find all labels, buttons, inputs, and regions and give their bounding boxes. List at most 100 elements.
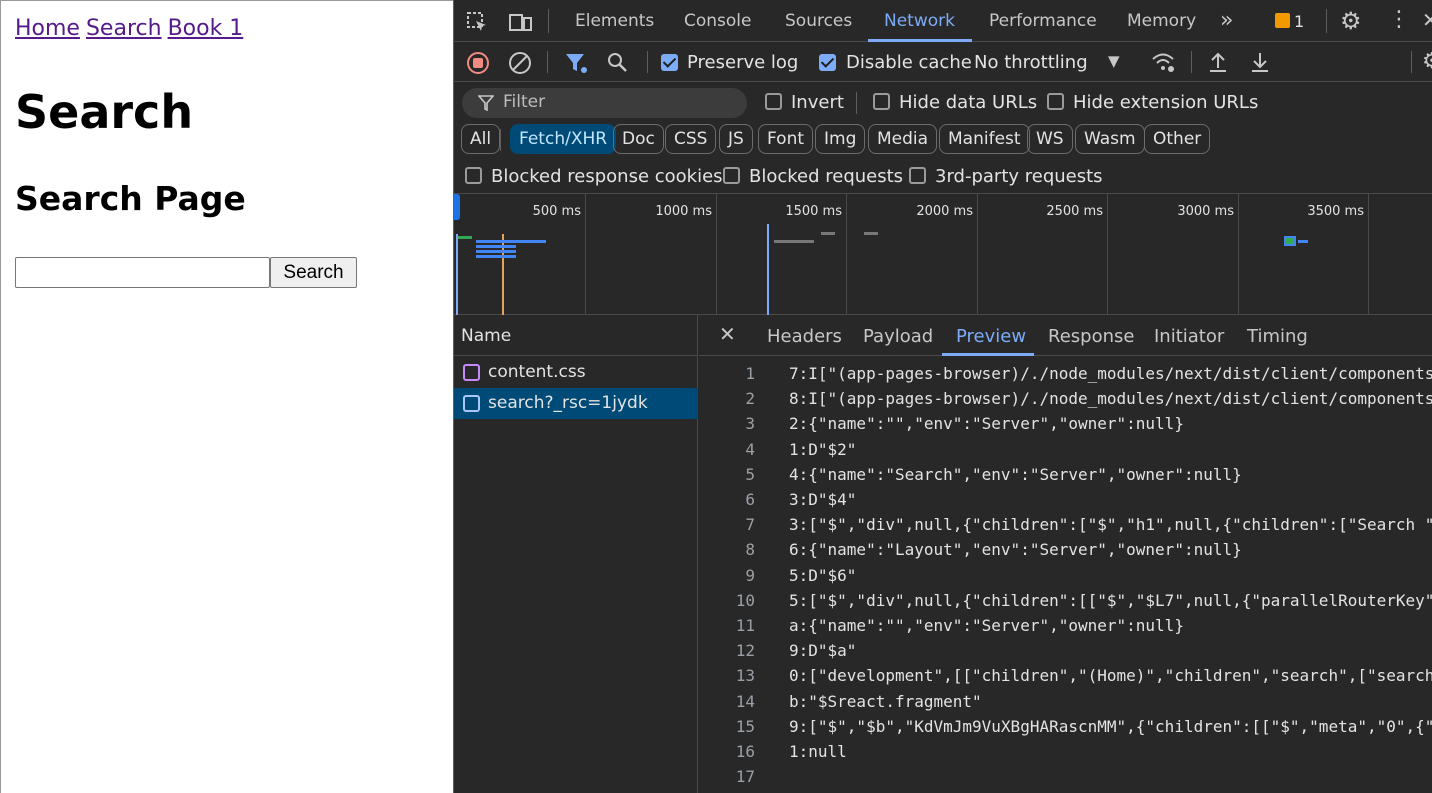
type-divider [500,129,501,151]
type-filter-fetch-xhr[interactable]: Fetch/XHR [510,124,617,154]
filter-funnel-icon[interactable] [564,52,588,74]
issues-count[interactable]: 1 [1294,12,1304,31]
code-line: 1:null [789,742,847,761]
tab-performance[interactable]: Performance [989,11,1097,31]
toolbar-divider [1411,51,1412,73]
import-har-icon[interactable] [1206,50,1230,74]
blocked-options-row: Blocked response cookies Blocked request… [454,160,1432,194]
disable-cache-checkbox[interactable] [819,54,836,71]
timeline-label: 500 ms [532,204,581,219]
timeline-gridline [716,194,717,315]
line-number: 16 [735,742,755,761]
tab-memory[interactable]: Memory [1127,11,1196,31]
tab-sources[interactable]: Sources [785,11,852,31]
request-list: Name content.css search?_rsc=1jydk [454,315,698,793]
type-filter-doc[interactable]: Doc [613,124,664,154]
timeline-label: 3500 ms [1307,204,1364,219]
code-line: 4:{"name":"Search","env":"Server","owner… [789,464,1242,484]
timeline-bar [476,255,516,258]
hide-data-urls-checkbox[interactable] [873,93,890,110]
line-number: 3 [745,414,755,434]
timeline-bar [1284,236,1296,246]
filter-placeholder: Filter [503,92,546,112]
tabbar-divider [548,9,549,33]
tab-console[interactable]: Console [684,11,752,31]
type-filter-css[interactable]: CSS [665,124,717,154]
timeline-bar [476,240,546,243]
line-number: 7 [745,515,755,535]
line-number: 4 [745,439,755,459]
blocked-requests-checkbox[interactable] [723,167,740,184]
timeline-gridline [977,194,978,315]
filter-divider [856,92,857,114]
inspect-element-icon[interactable] [466,11,488,33]
close-detail-icon[interactable]: ✕ [719,324,736,344]
request-row[interactable]: content.css [454,357,698,388]
timeline-label: 3000 ms [1177,204,1234,219]
type-filter-ws[interactable]: WS [1027,124,1073,154]
tab-timing[interactable]: Timing [1247,326,1308,347]
tab-headers[interactable]: Headers [767,326,842,347]
blocked-cookies-checkbox[interactable] [465,167,482,184]
tab-preview[interactable]: Preview [956,326,1026,347]
request-row[interactable]: search?_rsc=1jydk [454,388,698,419]
tab-elements[interactable]: Elements [575,11,654,31]
device-toolbar-icon[interactable] [508,11,534,33]
line-number: 17 [735,767,755,787]
type-filter-wasm[interactable]: Wasm [1075,124,1145,154]
resource-type-filters: All Fetch/XHR Doc CSS JS Font Img Media … [454,124,1432,160]
type-filter-other[interactable]: Other [1144,124,1211,154]
search-button[interactable]: Search [270,257,357,288]
line-number: 15 [735,716,755,736]
network-settings-gear-icon[interactable]: ⚙ [1422,51,1432,73]
code-line: 0:["development",[["children","(Home)","… [789,666,1432,686]
fetch-request-icon [463,395,480,412]
more-tabs-icon[interactable]: » [1220,10,1233,32]
preview-code-view[interactable]: 1 7:I["(app-pages-browser)/./node_modules… [699,356,1432,793]
line-number: 5 [745,464,755,484]
close-devtools-icon[interactable]: ✕ [1422,10,1432,30]
preserve-log-checkbox[interactable] [661,54,678,71]
stop-recording-icon[interactable] [466,51,490,75]
name-column-header[interactable]: Name [454,315,698,356]
invert-checkbox[interactable] [765,93,782,110]
settings-gear-icon[interactable]: ⚙ [1340,9,1362,33]
tab-payload[interactable]: Payload [863,326,933,347]
nav-link-book-1[interactable]: Book 1 [168,16,244,41]
type-filter-media[interactable]: Media [868,124,938,154]
line-number: 8 [745,540,755,560]
preserve-log-label: Preserve log [687,52,799,73]
tab-response[interactable]: Response [1048,326,1134,347]
network-overview-timeline[interactable]: 500 ms 1000 ms 1500 ms 2000 ms 2500 ms 3… [454,194,1432,315]
tab-initiator[interactable]: Initiator [1154,326,1224,347]
tab-network[interactable]: Network [884,11,955,31]
clear-log-icon[interactable] [508,51,532,75]
timeline-left-handle[interactable] [454,194,460,220]
type-filter-img[interactable]: Img [815,124,866,154]
type-filter-manifest[interactable]: Manifest [939,124,1030,154]
nav-link-search[interactable]: Search [86,16,162,41]
line-number: 12 [735,641,755,661]
code-line: 2:{"name":"","env":"Server","owner":null… [789,414,1184,434]
more-options-icon[interactable]: ⋮ [1388,9,1410,31]
filter-input[interactable]: Filter [462,88,747,118]
hide-extension-urls-checkbox[interactable] [1047,93,1064,110]
timeline-label: 1000 ms [655,204,712,219]
throttling-select[interactable]: No throttling [974,52,1088,73]
search-input[interactable] [15,257,270,288]
type-filter-all[interactable]: All [461,124,501,154]
chevron-down-icon[interactable]: ▼ [1108,54,1120,69]
export-har-icon[interactable] [1248,50,1272,74]
type-filter-js[interactable]: JS [719,124,753,154]
line-number: 13 [735,666,755,686]
timeline-gridline [846,194,847,315]
search-icon[interactable] [606,51,630,75]
type-filter-font[interactable]: Font [758,124,814,154]
request-name: search?_rsc=1jydk [488,393,648,413]
network-conditions-icon[interactable] [1150,50,1176,74]
third-party-checkbox[interactable] [909,167,926,184]
line-number: 10 [735,590,755,610]
issues-icon[interactable] [1275,13,1290,28]
timeline-gridline [1368,194,1369,315]
nav-link-home[interactable]: Home [15,16,80,41]
